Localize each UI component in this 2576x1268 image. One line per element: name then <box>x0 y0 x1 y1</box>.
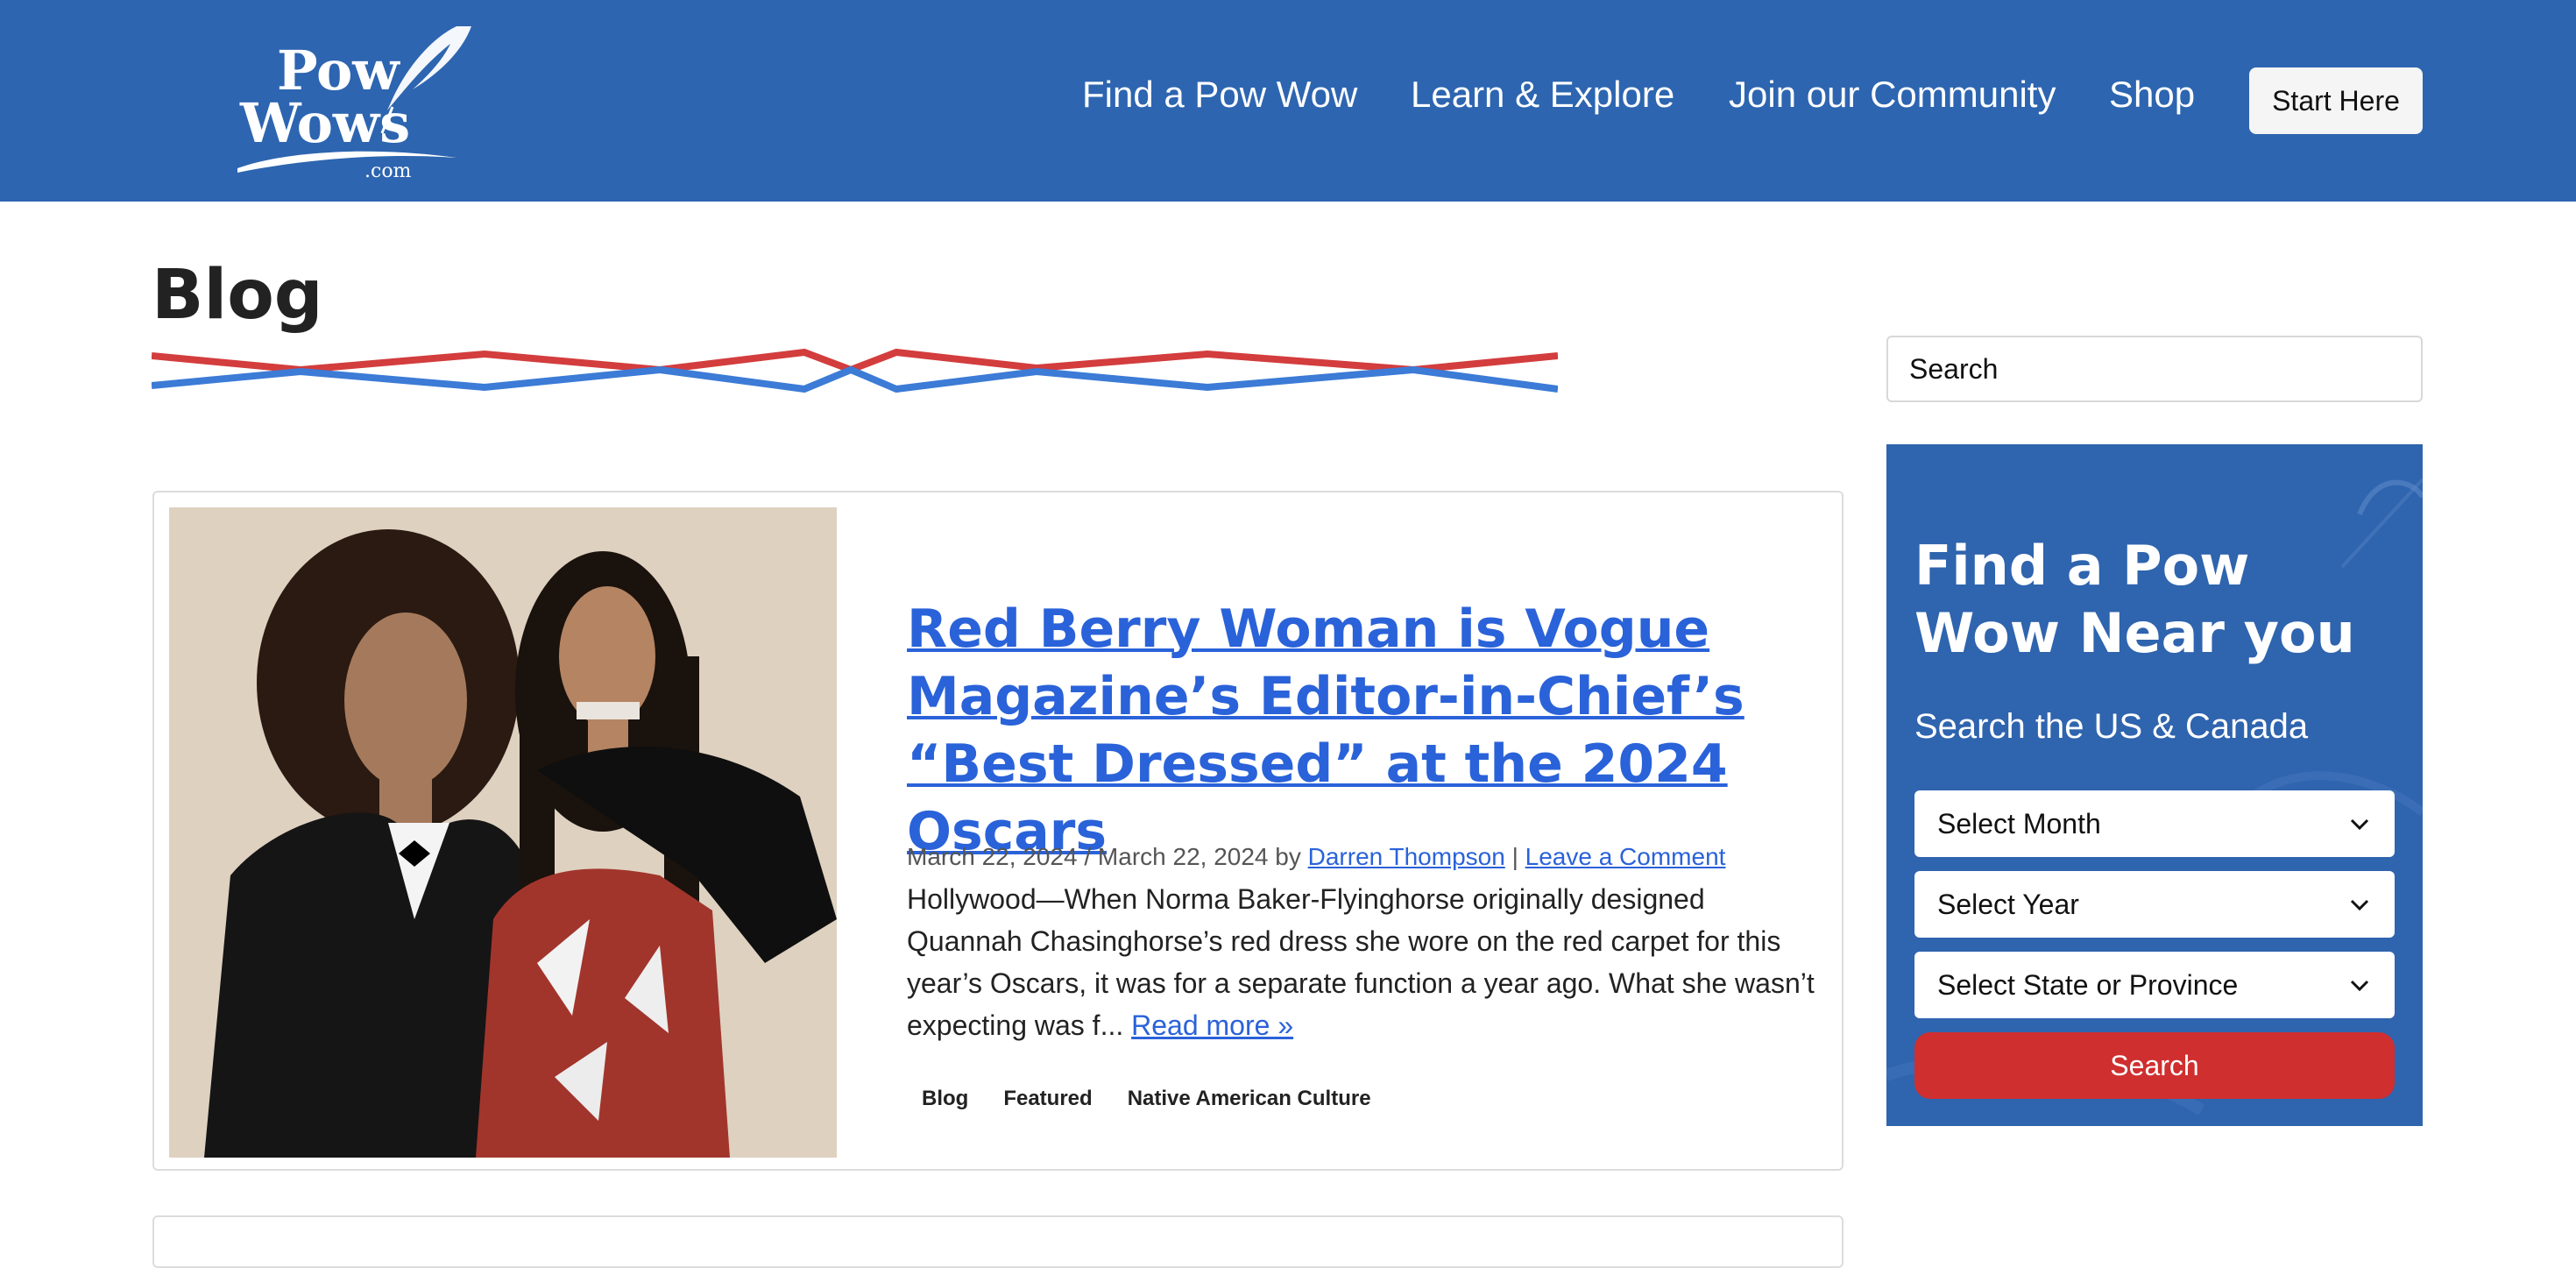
date-separator: / <box>1077 843 1098 870</box>
widget-search-button[interactable]: Search <box>1914 1032 2395 1099</box>
widget-title: Find a Pow Wow Near you <box>1914 534 2355 665</box>
sidebar-search-input[interactable] <box>1886 336 2423 402</box>
post-title: Red Berry Woman is Vogue Magazine’s Edit… <box>907 596 1818 866</box>
leave-comment-link[interactable]: Leave a Comment <box>1525 843 1726 870</box>
post-excerpt: Hollywood—When Norma Baker-Flyinghorse o… <box>907 878 1818 1046</box>
find-pow-wow-widget: Find a Pow Wow Near you Search the US & … <box>1886 444 2423 1126</box>
site-header: Pow Wows .com Find a Pow Wow Learn & Exp… <box>0 0 2576 202</box>
nav-find-pow-wow[interactable]: Find a Pow Wow <box>1082 68 1357 121</box>
tag-blog[interactable]: Blog <box>907 1080 983 1118</box>
tag-native-american-culture[interactable]: Native American Culture <box>1113 1080 1386 1118</box>
select-month-label: Select Month <box>1937 807 2101 839</box>
post-updated-date: March 22, 2024 <box>1097 843 1269 870</box>
svg-text:.com: .com <box>364 160 412 181</box>
widget-subtitle: Search the US & Canada <box>1914 707 2309 746</box>
blog-post-card: Red Berry Woman is Vogue Magazine’s Edit… <box>152 491 1844 1171</box>
post-meta: March 22, 2024 / March 22, 2024 by Darre… <box>907 843 1818 871</box>
nav-join-community[interactable]: Join our Community <box>1729 68 2056 121</box>
chevron-down-icon <box>2350 899 2369 911</box>
by-label: by <box>1268 843 1308 870</box>
tag-featured[interactable]: Featured <box>988 1080 1107 1118</box>
read-more-link[interactable]: Read more » <box>1131 1009 1293 1041</box>
select-state-label: Select State or Province <box>1937 968 2239 1001</box>
post-tags: Blog Featured Native American Culture <box>907 1080 1391 1118</box>
next-post-card <box>152 1215 1844 1268</box>
select-state[interactable]: Select State or Province <box>1914 952 2395 1018</box>
post-featured-image[interactable] <box>169 507 837 1158</box>
page-title: Blog <box>152 256 323 335</box>
author-link[interactable]: Darren Thompson <box>1308 843 1505 870</box>
meta-separator: | <box>1504 843 1525 870</box>
select-month[interactable]: Select Month <box>1914 790 2395 857</box>
chevron-down-icon <box>2350 980 2369 992</box>
powwows-logo[interactable]: Pow Wows .com <box>233 19 496 181</box>
excerpt-text: Hollywood—When Norma Baker-Flyinghorse o… <box>907 883 1815 1041</box>
post-title-link[interactable]: Red Berry Woman is Vogue Magazine’s Edit… <box>907 599 1744 862</box>
select-year[interactable]: Select Year <box>1914 871 2395 938</box>
nav-shop[interactable]: Shop <box>2109 68 2195 121</box>
select-year-label: Select Year <box>1937 888 2079 920</box>
chevron-down-icon <box>2350 818 2369 831</box>
start-here-button[interactable]: Start Here <box>2249 67 2423 134</box>
decorative-divider <box>152 348 1558 393</box>
svg-text:Wows: Wows <box>239 91 410 155</box>
nav-learn-explore[interactable]: Learn & Explore <box>1411 68 1674 121</box>
post-date: March 22, 2024 <box>907 843 1078 870</box>
